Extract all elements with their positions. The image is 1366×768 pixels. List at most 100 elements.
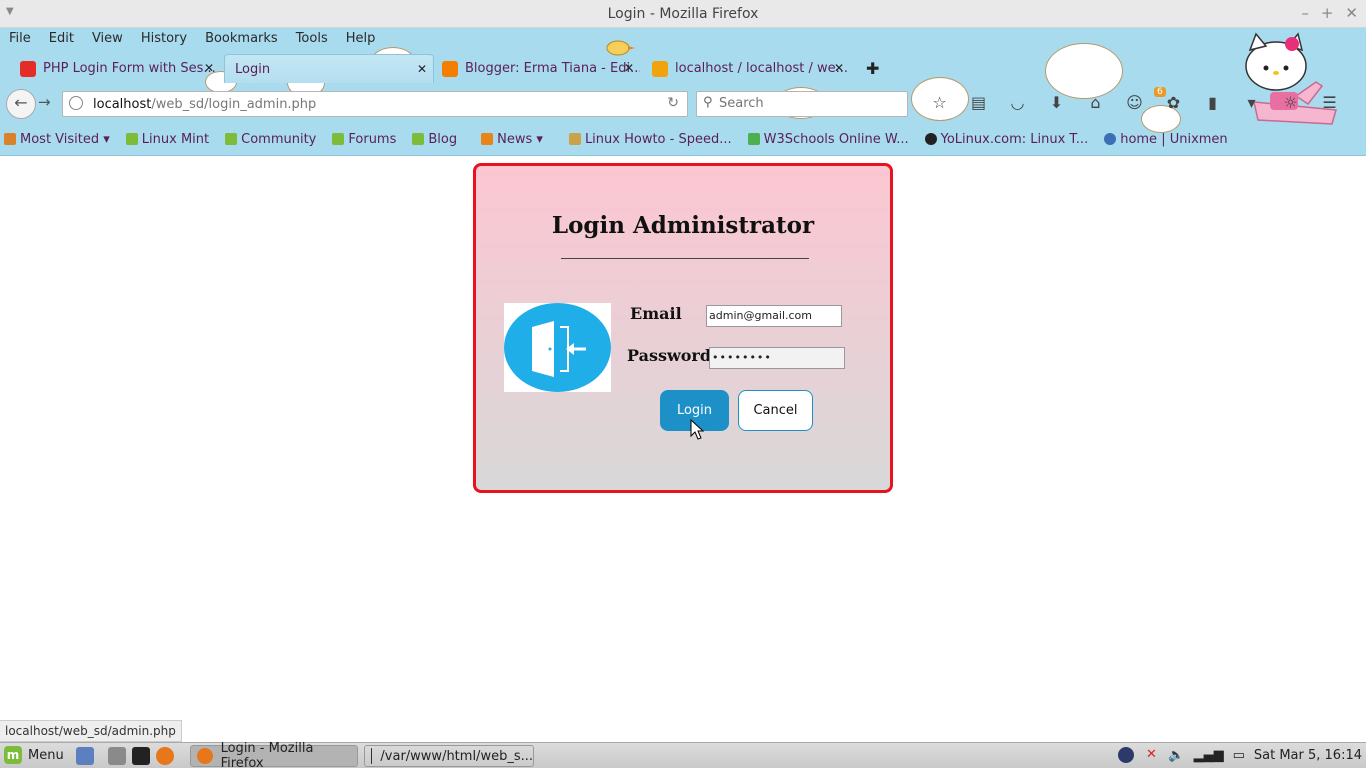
menu-history[interactable]: History bbox=[132, 28, 196, 52]
notification-badge: 6 bbox=[1154, 87, 1166, 97]
mint-logo-icon: m bbox=[4, 746, 22, 764]
update-manager-icon[interactable] bbox=[1118, 747, 1135, 763]
folder-icon bbox=[4, 133, 16, 145]
home-icon[interactable]: ⌂ bbox=[1076, 93, 1115, 112]
window-controls: – + ✕ bbox=[1301, 4, 1358, 22]
firefox-icon[interactable] bbox=[156, 747, 174, 765]
youtube-icon bbox=[20, 60, 36, 77]
url-text[interactable]: localhost/web_sd/login_admin.php bbox=[93, 97, 316, 112]
blogger-icon bbox=[442, 60, 458, 77]
bookmark-label: Community bbox=[241, 131, 317, 147]
tab-blogger[interactable]: Blogger: Erma Tiana - Edi... ✕ bbox=[442, 54, 640, 83]
signal-icon[interactable]: ▂▄▆ bbox=[1194, 748, 1224, 763]
theme-icon[interactable]: ☼ bbox=[1271, 93, 1310, 112]
back-icon[interactable]: ← bbox=[6, 89, 36, 119]
menu-edit[interactable]: Edit bbox=[40, 28, 83, 52]
chat-icon[interactable]: ☺ bbox=[1115, 93, 1154, 112]
new-tab-icon[interactable]: ✚ bbox=[866, 59, 879, 78]
menu-file[interactable]: File bbox=[0, 28, 40, 52]
tab-login[interactable]: Login ✕ bbox=[224, 54, 434, 83]
pocket-icon[interactable]: ◡ bbox=[998, 93, 1037, 112]
editor-icon bbox=[371, 748, 373, 764]
show-desktop-icon[interactable] bbox=[76, 747, 94, 765]
wordpress-icon bbox=[1104, 133, 1117, 145]
download-icon[interactable]: ⬇ bbox=[1037, 93, 1076, 112]
page-content: Login Administrator Email admin@gmail.co… bbox=[0, 157, 1366, 720]
bookmark-forums[interactable]: Forums bbox=[328, 132, 396, 147]
bookmark-w3schools[interactable]: W3Schools Online W... bbox=[744, 132, 909, 147]
bookmark-yolinux[interactable]: YoLinux.com: Linux T... bbox=[921, 132, 1088, 147]
linux-mint-icon bbox=[225, 133, 238, 145]
minimize-icon[interactable]: – bbox=[1301, 4, 1309, 22]
search-input[interactable] bbox=[719, 96, 899, 111]
bookmark-news[interactable]: News ▾ bbox=[477, 132, 543, 147]
menu-view[interactable]: View bbox=[83, 28, 132, 52]
terminal-icon[interactable] bbox=[132, 747, 150, 765]
close-tab-icon[interactable]: ✕ bbox=[204, 61, 214, 75]
reload-icon[interactable]: ↻ bbox=[667, 95, 679, 111]
close-icon[interactable]: ✕ bbox=[1345, 4, 1358, 22]
login-door-icon bbox=[504, 303, 611, 392]
bookmark-community[interactable]: Community bbox=[221, 132, 316, 147]
reading-list-icon[interactable]: ▤ bbox=[959, 93, 998, 112]
file-manager-icon[interactable] bbox=[108, 747, 126, 765]
menu-bookmarks[interactable]: Bookmarks bbox=[196, 28, 287, 52]
toolbar-icons: ☆ ▤ ◡ ⬇ ⌂ ☺ ✿ ▮ ▾ ☼ ☰ bbox=[920, 93, 1349, 112]
bookmark-linux-mint[interactable]: Linux Mint bbox=[122, 132, 209, 147]
bookmark-most-visited[interactable]: Most Visited ▾ bbox=[0, 132, 110, 147]
bookmark-label: Blog bbox=[428, 131, 458, 147]
email-label: Email bbox=[630, 304, 682, 323]
menu-tools[interactable]: Tools bbox=[287, 28, 337, 52]
bookmarks-bar: Most Visited ▾ Linux Mint Community Foru… bbox=[0, 127, 1240, 151]
close-tab-icon[interactable]: ✕ bbox=[624, 61, 634, 75]
tux-icon bbox=[924, 133, 937, 145]
linux-mint-icon bbox=[412, 133, 425, 145]
task-firefox[interactable]: Login - Mozilla Firefox bbox=[190, 741, 358, 768]
menu-help[interactable]: Help bbox=[337, 28, 385, 52]
task-label: Login - Mozilla Firefox bbox=[220, 741, 314, 768]
network-error-icon[interactable]: ✕ bbox=[1143, 747, 1159, 763]
clock[interactable]: Sat Mar 5, 16:14 bbox=[1254, 748, 1362, 763]
tab-php-login[interactable]: PHP Login Form with Ses... ✕ bbox=[20, 54, 220, 83]
bookmark-label: News bbox=[497, 131, 533, 147]
url-path: /web_sd/login_admin.php bbox=[151, 97, 317, 112]
enter-door-icon bbox=[532, 321, 586, 377]
maximize-icon[interactable]: + bbox=[1321, 4, 1334, 22]
email-field[interactable]: admin@gmail.com bbox=[706, 305, 842, 327]
start-menu-button[interactable]: m Menu bbox=[4, 746, 64, 764]
clipboard-icon[interactable]: ▮ bbox=[1193, 93, 1232, 112]
close-tab-icon[interactable]: ✕ bbox=[834, 61, 844, 75]
browser-chrome: File Edit View History Bookmarks Tools H… bbox=[0, 28, 1366, 156]
globe-icon[interactable] bbox=[69, 96, 83, 110]
cancel-button[interactable]: Cancel bbox=[738, 390, 813, 431]
task-terminal[interactable]: /var/www/html/web_s... bbox=[364, 745, 534, 767]
bookmark-linux-howto[interactable]: Linux Howto - Speed... bbox=[565, 132, 732, 147]
close-tab-icon[interactable]: ✕ bbox=[417, 62, 427, 76]
bookmark-label: Linux Howto - Speed... bbox=[584, 131, 732, 147]
bookmark-label: Most Visited bbox=[20, 131, 100, 147]
forward-icon[interactable]: → bbox=[38, 93, 51, 111]
search-bar[interactable]: ⚲ bbox=[696, 91, 908, 117]
bookmark-blog[interactable]: Blog bbox=[408, 132, 457, 147]
phpmyadmin-icon bbox=[652, 60, 668, 77]
password-field[interactable]: •••••••• bbox=[709, 347, 845, 369]
bookmark-unixmen[interactable]: home | Unixmen bbox=[1100, 132, 1228, 147]
task-label: /var/www/html/web_s... bbox=[380, 748, 533, 764]
folder-icon bbox=[568, 133, 581, 145]
linux-mint-icon bbox=[332, 133, 345, 145]
status-bar: localhost/web_sd/admin.php bbox=[0, 720, 182, 742]
hamburger-menu-icon[interactable]: ☰ bbox=[1310, 93, 1349, 112]
tab-title: Blogger: Erma Tiana - Edi... bbox=[465, 61, 640, 76]
bookmark-star-icon[interactable]: ☆ bbox=[920, 93, 959, 112]
bookmark-label: Linux Mint bbox=[141, 131, 210, 147]
url-bar[interactable]: localhost/web_sd/login_admin.php ↻ bbox=[62, 91, 688, 117]
battery-icon[interactable]: ▭ bbox=[1233, 748, 1245, 763]
volume-icon[interactable]: 🔈 bbox=[1168, 748, 1184, 763]
linux-mint-icon bbox=[125, 133, 138, 145]
tab-title: PHP Login Form with Ses... bbox=[43, 61, 216, 76]
tab-phpmyadmin[interactable]: localhost / localhost / we... ✕ bbox=[652, 54, 850, 83]
dropdown-icon[interactable]: ▾ bbox=[1232, 93, 1271, 112]
firefox-icon bbox=[197, 748, 213, 764]
menu-label: Menu bbox=[28, 747, 64, 763]
login-title: Login Administrator bbox=[551, 212, 815, 239]
